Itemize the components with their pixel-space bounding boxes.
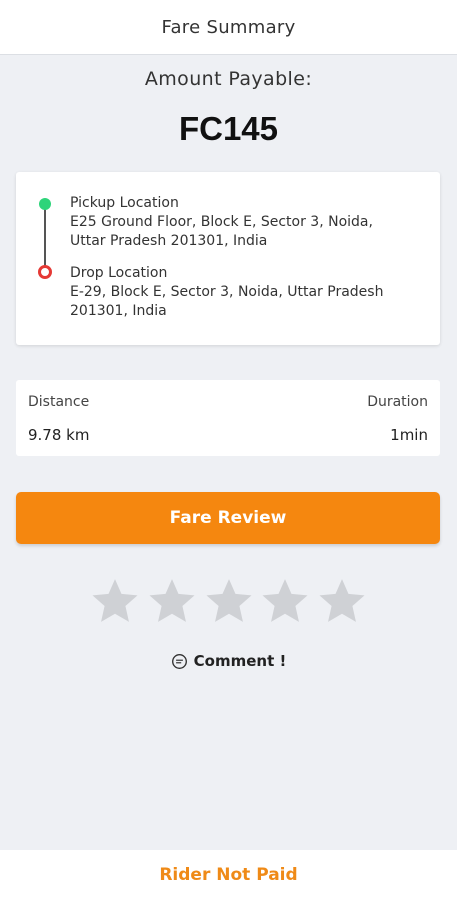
- drop-address-line1: E-29, Block E, Sector 3, Noida, Uttar Pr…: [70, 284, 384, 300]
- page-title: Fare Summary: [161, 16, 296, 38]
- comment-button[interactable]: Comment !: [0, 652, 457, 670]
- distance-value: 9.78 km: [28, 426, 90, 444]
- fare-review-button[interactable]: Fare Review: [16, 492, 440, 544]
- star-4-icon[interactable]: [260, 576, 310, 626]
- star-3-icon[interactable]: [204, 576, 254, 626]
- star-2-icon[interactable]: [147, 576, 197, 626]
- trip-stats-card: Distance 9.78 km Duration 1min: [16, 380, 440, 456]
- route-card: Pickup Location E25 Ground Floor, Block …: [16, 172, 440, 345]
- rider-not-paid-label: Rider Not Paid: [159, 865, 298, 885]
- payment-status-footer[interactable]: Rider Not Paid: [0, 850, 457, 900]
- drop-address-line2: 201301, India: [70, 303, 167, 319]
- comment-icon: [171, 653, 188, 670]
- duration-value: 1min: [390, 426, 428, 444]
- rating-stars: [90, 576, 367, 628]
- pickup-location: Pickup Location E25 Ground Floor, Block …: [70, 194, 420, 251]
- pickup-label: Pickup Location: [70, 195, 179, 211]
- pickup-dot-icon: [39, 198, 51, 210]
- amount-payable-label: Amount Payable:: [144, 68, 313, 90]
- comment-label: Comment !: [193, 652, 287, 670]
- distance-label: Distance: [28, 394, 90, 410]
- star-5-icon[interactable]: [317, 576, 367, 626]
- duration-label: Duration: [367, 394, 428, 410]
- star-1-icon[interactable]: [90, 576, 140, 626]
- route-line: [44, 207, 46, 267]
- pickup-address-line2: Uttar Pradesh 201301, India: [70, 233, 268, 249]
- amount-payable-value: FC145: [178, 110, 279, 147]
- drop-label: Drop Location: [70, 265, 168, 281]
- drop-pin-icon: [38, 265, 52, 279]
- app-header: Fare Summary: [0, 0, 457, 55]
- drop-location: Drop Location E-29, Block E, Sector 3, N…: [70, 264, 420, 321]
- pickup-address-line1: E25 Ground Floor, Block E, Sector 3, Noi…: [70, 214, 373, 230]
